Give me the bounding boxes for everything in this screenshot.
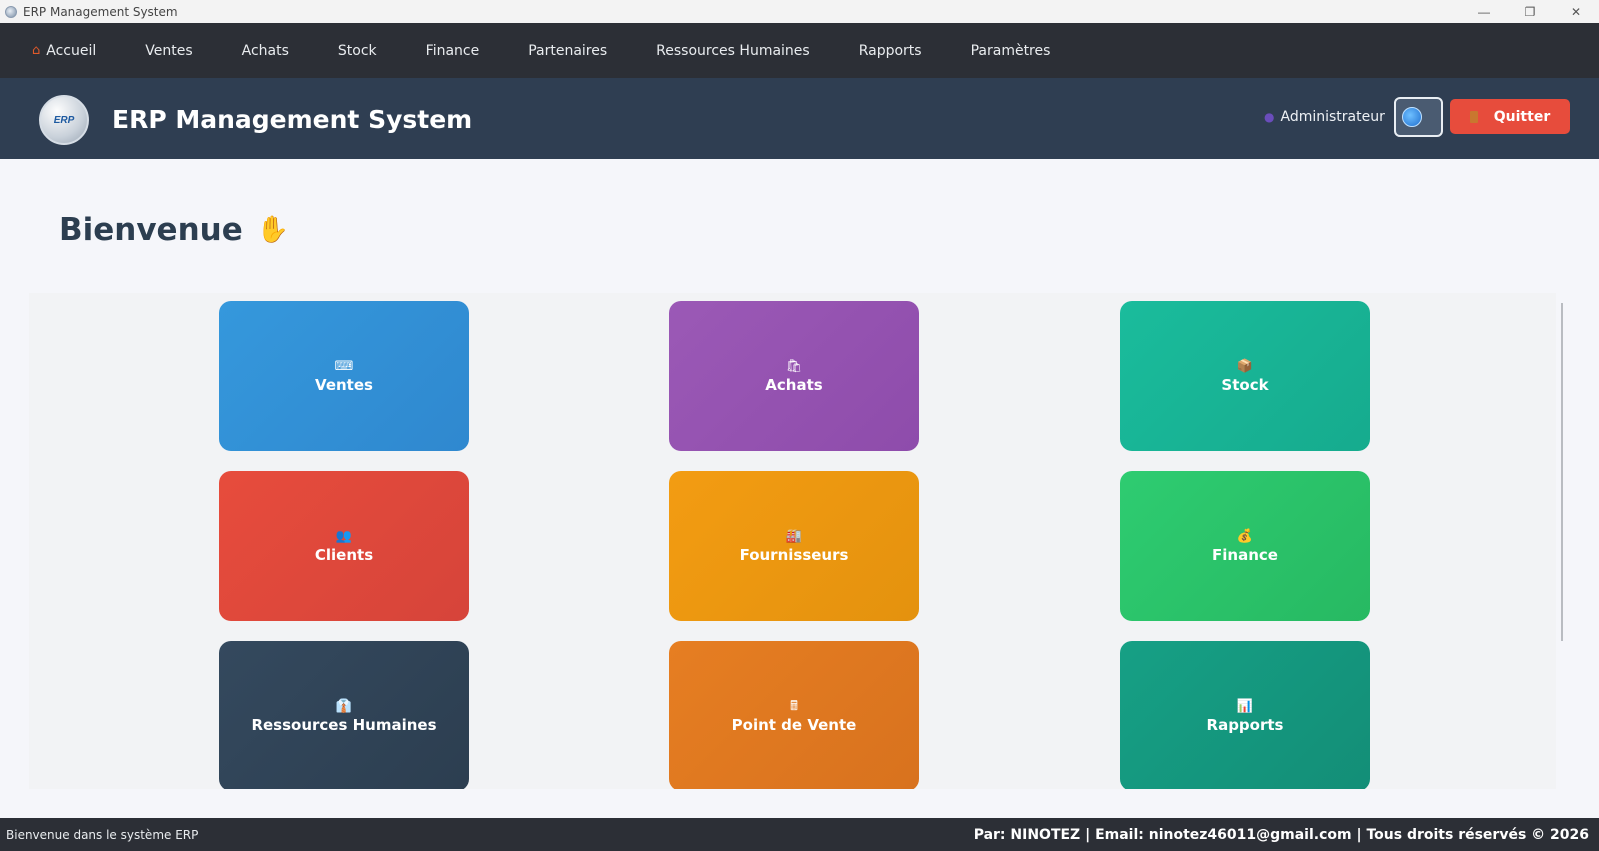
- minimize-button[interactable]: —: [1461, 0, 1507, 23]
- status-bar: Bienvenue dans le système ERP Par: NINOT…: [0, 818, 1599, 851]
- tile-label: Ventes: [315, 376, 373, 394]
- maximize-button[interactable]: ❐: [1507, 0, 1553, 23]
- waving-hand-icon: ✋: [256, 215, 290, 245]
- quit-label: Quitter: [1493, 108, 1551, 125]
- tile-ressources-humaines[interactable]: 👔 Ressources Humaines: [219, 641, 469, 789]
- bar-chart-icon: 📊: [1236, 698, 1254, 713]
- welcome-heading: Bienvenue ✋: [59, 212, 289, 248]
- logo-text: ERP: [53, 114, 75, 126]
- app-icon: [5, 5, 17, 18]
- tile-label: Fournisseurs: [739, 546, 849, 564]
- menu-item-finance[interactable]: Finance: [426, 43, 480, 59]
- tile-rapports[interactable]: 📊 Rapports: [1120, 641, 1370, 789]
- menu-item-parametres[interactable]: Paramètres: [971, 43, 1051, 59]
- globe-icon: [1402, 107, 1422, 127]
- menu-item-ventes[interactable]: Ventes: [145, 43, 192, 59]
- welcome-text: Bienvenue: [59, 212, 243, 248]
- tiles-scrollbar[interactable]: [1561, 303, 1563, 641]
- tile-label: Stock: [1221, 376, 1269, 394]
- shopping-bag-icon: 🛍: [785, 358, 803, 373]
- tile-point-de-vente[interactable]: 🖩 Point de Vente: [669, 641, 919, 789]
- menu-item-partenaires[interactable]: Partenaires: [528, 43, 607, 59]
- user-name: Administrateur: [1280, 109, 1385, 125]
- window-title: ERP Management System: [23, 4, 178, 19]
- user-icon: ●: [1264, 110, 1275, 124]
- tile-finance[interactable]: 💰 Finance: [1120, 471, 1370, 621]
- erp-logo: ERP: [39, 95, 89, 145]
- tile-label: Ressources Humaines: [251, 716, 437, 734]
- tile-ventes[interactable]: ⌨ Ventes: [219, 301, 469, 451]
- app-title: ERP Management System: [112, 105, 473, 134]
- tile-label: Clients: [314, 546, 374, 564]
- keyboard-icon: ⌨: [334, 358, 354, 373]
- factory-icon: 🏭: [785, 528, 803, 543]
- current-user: ● Administrateur: [1264, 109, 1385, 125]
- tile-stock[interactable]: 📦 Stock: [1120, 301, 1370, 451]
- menu-item-stock[interactable]: Stock: [338, 43, 377, 59]
- suit-icon: 👔: [335, 698, 353, 713]
- close-button[interactable]: ✕: [1553, 0, 1599, 23]
- home-icon: ⌂: [32, 43, 41, 58]
- users-icon: 👥: [335, 528, 353, 543]
- tile-fournisseurs[interactable]: 🏭 Fournisseurs: [669, 471, 919, 621]
- package-icon: 📦: [1236, 358, 1254, 373]
- tile-label: Finance: [1212, 546, 1278, 564]
- tile-achats[interactable]: 🛍 Achats: [669, 301, 919, 451]
- tile-clients[interactable]: 👥 Clients: [219, 471, 469, 621]
- window-controls: — ❐ ✕: [1461, 0, 1599, 23]
- window-titlebar: ERP Management System — ❐ ✕: [0, 0, 1599, 23]
- footer-credits: Par: NINOTEZ | Email: ninotez46011@gmail…: [973, 826, 1589, 843]
- money-bag-icon: 💰: [1236, 528, 1254, 543]
- app-header: ERP ERP Management System ● Administrate…: [0, 78, 1599, 159]
- menu-item-rapports[interactable]: Rapports: [859, 43, 922, 59]
- door-icon: [1469, 110, 1478, 123]
- menu-item-label: Accueil: [46, 42, 97, 59]
- tile-label: Point de Vente: [731, 716, 857, 734]
- quit-button[interactable]: Quitter: [1450, 99, 1570, 134]
- menu-item-ressources-humaines[interactable]: Ressources Humaines: [656, 43, 810, 59]
- tile-label: Achats: [765, 376, 823, 394]
- menubar: ⌂ Accueil Ventes Achats Stock Finance Pa…: [0, 23, 1599, 78]
- tile-label: Rapports: [1206, 716, 1284, 734]
- module-tiles-panel: ⌨ Ventes 🛍 Achats 📦 Stock 👥 Clients 🏭 Fo…: [29, 293, 1556, 789]
- menu-item-achats[interactable]: Achats: [242, 43, 289, 59]
- menu-item-accueil[interactable]: ⌂ Accueil: [32, 43, 96, 59]
- status-message: Bienvenue dans le système ERP: [6, 827, 199, 842]
- register-icon: 🖩: [790, 698, 798, 713]
- language-button[interactable]: [1394, 97, 1443, 137]
